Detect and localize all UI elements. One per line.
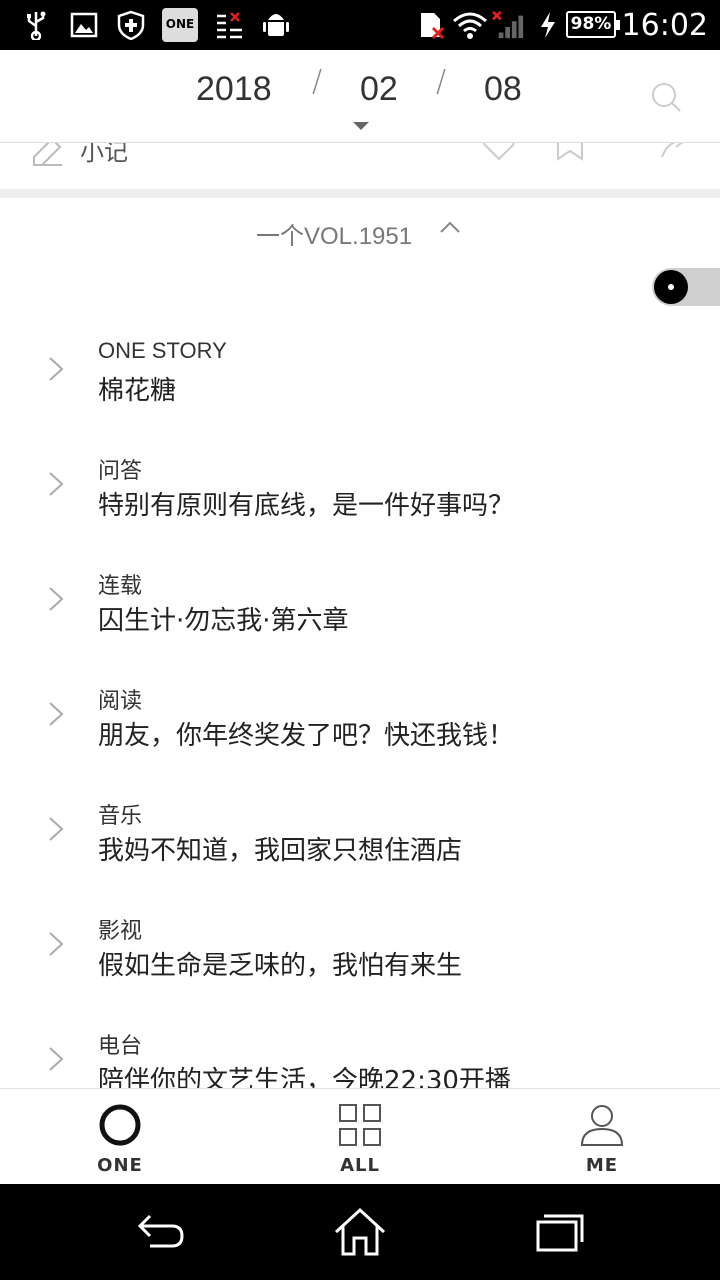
note-row[interactable]: 小记 [0, 143, 720, 189]
item-category: 阅读 [98, 688, 143, 713]
date-separator: / [312, 64, 323, 99]
tab-one-label: ONE [97, 1155, 143, 1176]
heart-icon[interactable] [482, 143, 516, 161]
item-category: 电台 [98, 1033, 143, 1058]
chevron-right-icon [49, 932, 64, 956]
floating-toggle[interactable] [652, 268, 720, 306]
status-bar: ONE 98% 16:02 [0, 0, 720, 50]
date-header: 2018 / 02 / 08 [0, 50, 720, 143]
one-app-icon: ONE [162, 8, 198, 42]
list-item[interactable]: 影视 假如生命是乏味的，我怕有来生 [0, 895, 720, 1010]
item-title: 朋友，你年终奖发了吧？快还我钱！ [98, 721, 515, 751]
tab-one[interactable]: ONE [60, 1089, 180, 1185]
status-time: 16:02 [621, 8, 708, 43]
tab-me[interactable]: ME [542, 1089, 662, 1185]
item-category: 影视 [98, 918, 143, 943]
tab-all[interactable]: ALL [300, 1089, 420, 1185]
tab-me-label: ME [585, 1155, 619, 1176]
list-item[interactable]: 问答 特别有原则有底线，是一件好事吗？ [0, 435, 720, 550]
tab-all-label: ALL [340, 1155, 380, 1176]
checklist-icon [217, 12, 242, 39]
chevron-right-icon [49, 357, 64, 381]
chevron-down-icon[interactable] [353, 122, 369, 130]
item-category: 连载 [98, 573, 143, 598]
date-year[interactable]: 2018 [196, 70, 272, 109]
one-tab-icon [99, 1104, 141, 1146]
date-month[interactable]: 02 [360, 70, 398, 109]
chevron-right-icon [49, 587, 64, 611]
image-icon [70, 12, 98, 38]
back-icon[interactable] [132, 1206, 188, 1258]
item-title: 假如生命是乏味的，我怕有来生 [98, 951, 463, 981]
usb-icon [27, 11, 46, 40]
chevron-right-icon [49, 472, 64, 496]
user-icon [580, 1105, 624, 1146]
item-category: 问答 [98, 458, 143, 483]
shield-icon [117, 10, 145, 40]
article-list: ONE STORY 棉花糖 问答 特别有原则有底线，是一件好事吗？ 连载 囚生计… [0, 320, 720, 1088]
item-title: 特别有原则有底线，是一件好事吗？ [98, 491, 515, 521]
date-day[interactable]: 08 [484, 70, 522, 109]
navigation-bar [0, 1184, 720, 1280]
date-separator: / [436, 64, 447, 99]
recents-icon[interactable] [532, 1206, 588, 1258]
toggle-knob[interactable] [654, 270, 688, 304]
home-icon[interactable] [332, 1206, 388, 1258]
item-category: 音乐 [98, 803, 143, 828]
list-item[interactable]: 音乐 我妈不知道，我回家只想住酒店 [0, 780, 720, 895]
item-title: 陪伴你的文艺生活，今晚22:30开播 [98, 1066, 511, 1088]
volume-header[interactable]: 一个VOL.1951 [0, 198, 720, 262]
battery-indicator: 98% [566, 11, 620, 38]
share-icon[interactable] [660, 143, 690, 159]
item-title: 棉花糖 [98, 376, 177, 406]
chevron-right-icon [49, 817, 64, 841]
bookmark-icon[interactable] [556, 143, 584, 161]
list-item[interactable]: 连载 囚生计·勿忘我·第六章 [0, 550, 720, 665]
list-item[interactable]: 电台 陪伴你的文艺生活，今晚22:30开播 [0, 1010, 720, 1088]
sim-icon [421, 13, 445, 40]
item-title: 我妈不知道，我回家只想住酒店 [98, 836, 463, 866]
list-item[interactable]: ONE STORY 棉花糖 [0, 320, 720, 435]
list-item[interactable]: 阅读 朋友，你年终奖发了吧？快还我钱！ [0, 665, 720, 780]
grid-icon [339, 1104, 381, 1146]
charging-icon [541, 12, 555, 38]
section-divider [0, 189, 720, 198]
note-label: 小记 [80, 143, 128, 166]
chevron-up-icon[interactable] [440, 220, 460, 234]
chevron-right-icon [49, 702, 64, 726]
item-title: 囚生计·勿忘我·第六章 [98, 606, 349, 636]
android-icon [263, 14, 289, 36]
signal-icon [492, 10, 524, 39]
edit-icon [33, 143, 62, 166]
search-icon[interactable] [650, 81, 682, 113]
chevron-right-icon [49, 1047, 64, 1071]
volume-label: 一个VOL.1951 [256, 223, 413, 250]
wifi-icon [453, 12, 487, 39]
item-category: ONE STORY [98, 338, 227, 363]
bottom-tab-bar: ONE ALL ME [0, 1088, 720, 1184]
